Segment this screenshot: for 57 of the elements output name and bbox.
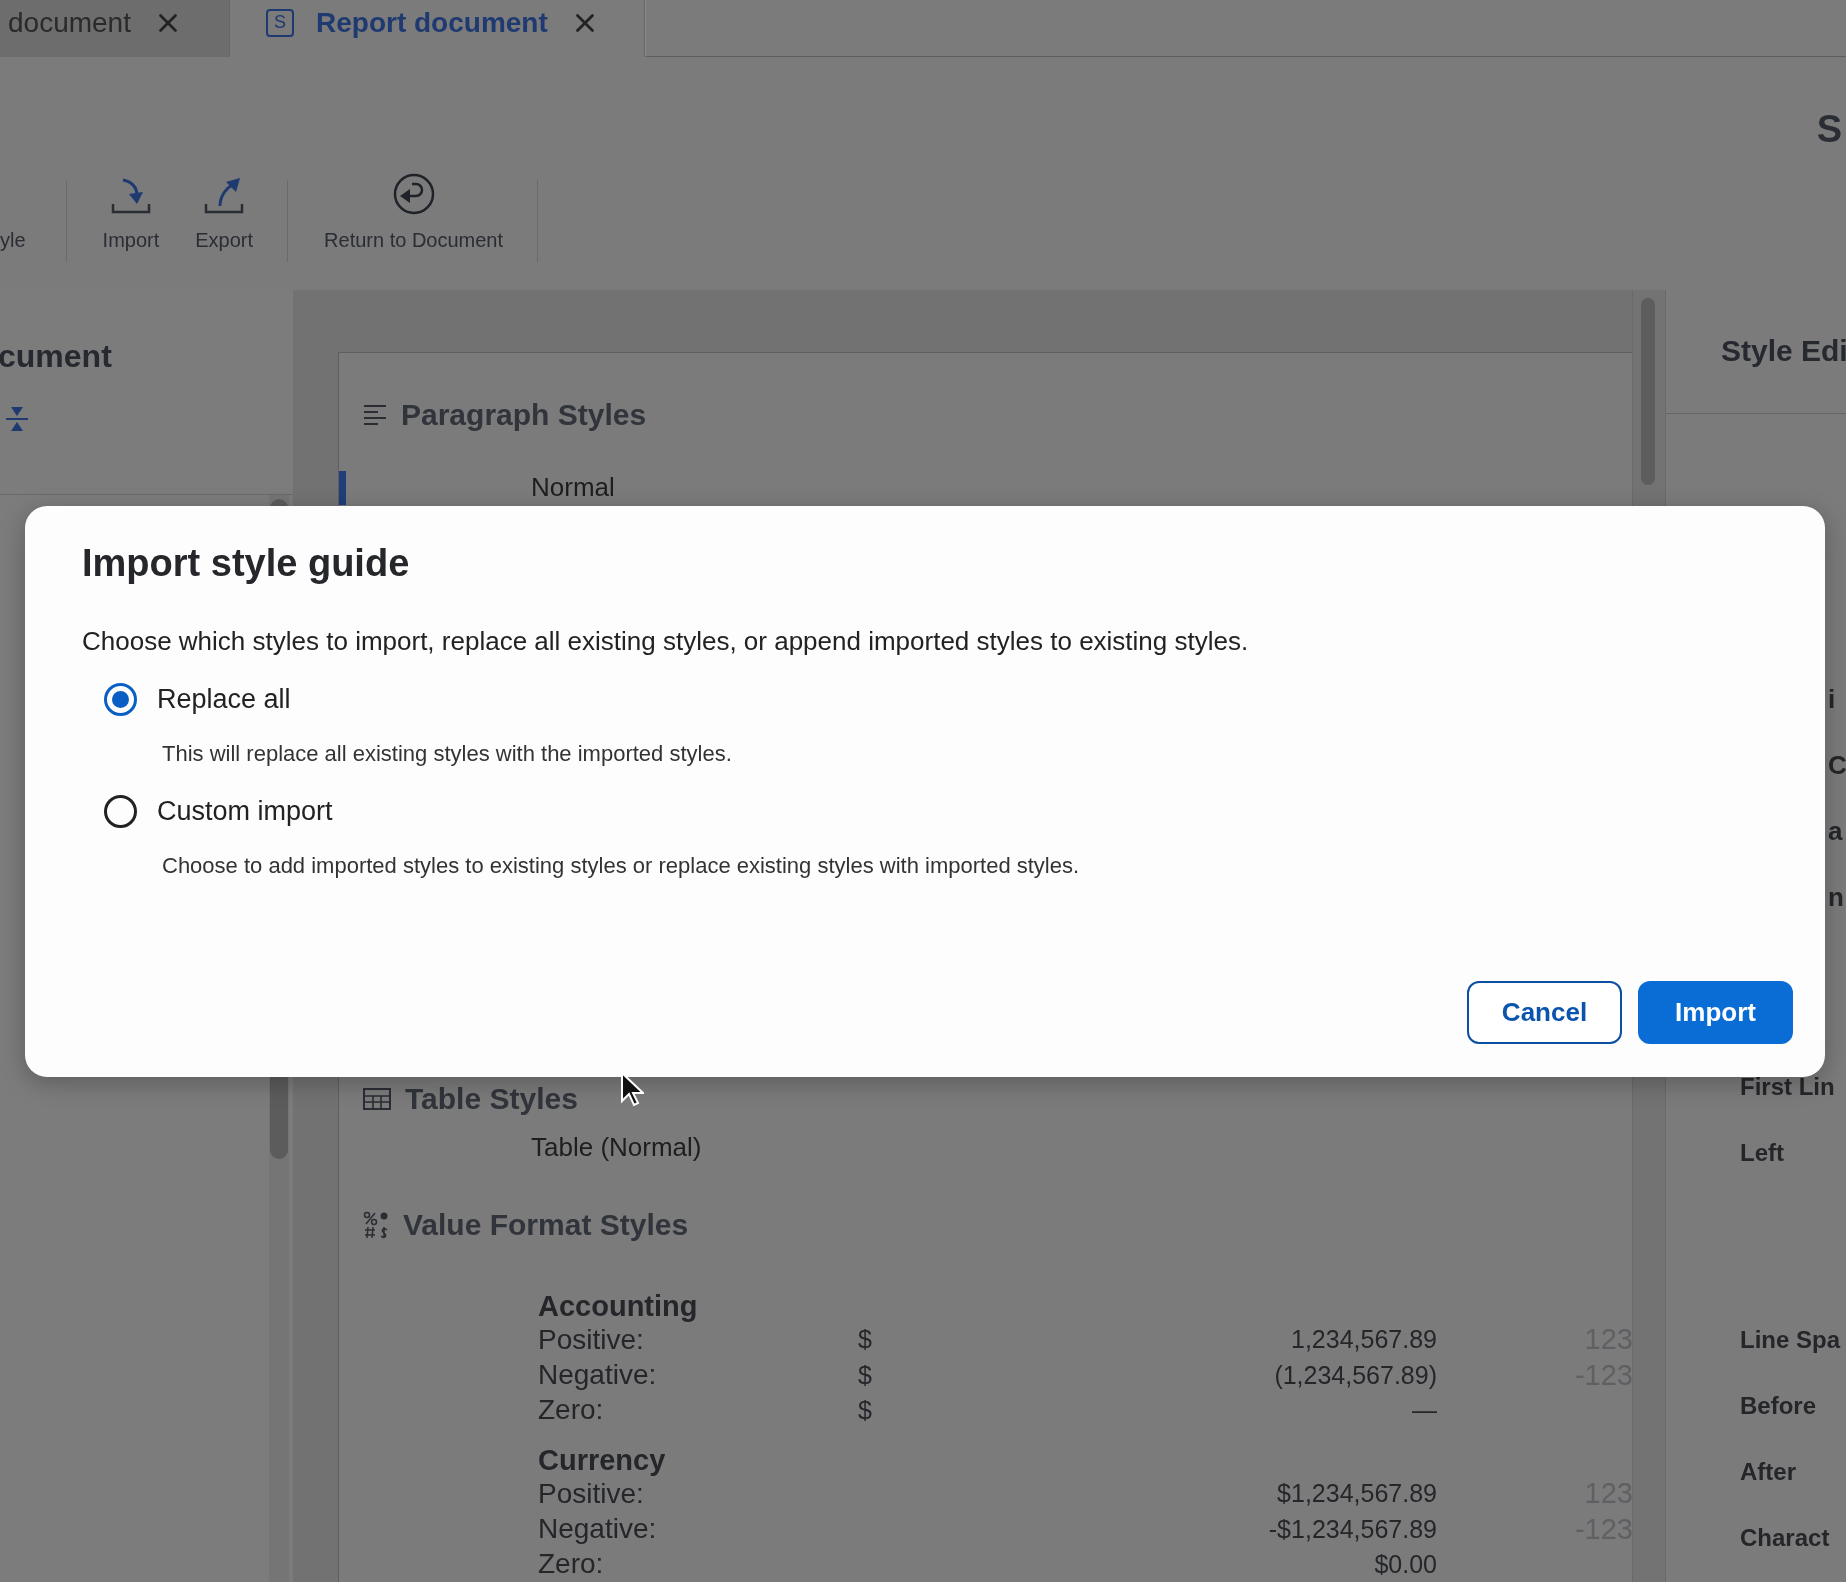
field-label: C	[1828, 750, 1846, 780]
format-label: Zero:	[538, 1394, 605, 1427]
tab-label: Report document	[316, 6, 548, 39]
return-icon	[391, 172, 436, 216]
currency-symbol: $	[858, 1360, 873, 1390]
option-help-text: Choose to add imported styles to existing styles or replace existing styles with imported styles.	[162, 852, 1081, 880]
option-help-text: This will replace all existing styles with the imported styles.	[162, 740, 733, 768]
panel-title: cument	[0, 338, 113, 375]
field-label: n	[1828, 882, 1845, 912]
format-group-name: Accounting	[538, 1290, 699, 1323]
section-heading: Value Format Styles	[403, 1207, 689, 1242]
toolbar-button[interactable]: Import	[102, 176, 160, 252]
field-label: Left	[1740, 1138, 1785, 1168]
radio-button[interactable]	[104, 682, 137, 716]
field-label: a	[1828, 816, 1844, 846]
currency-symbol: $	[858, 1395, 873, 1425]
format-value: -$1,234,567.89	[1268, 1514, 1437, 1544]
dialog-description: Choose which styles to import, replace all existing styles, or append imported styles to existing styles.	[82, 625, 1250, 658]
field-label: First Lin	[1740, 1072, 1836, 1102]
document-tab[interactable]: document	[0, 0, 230, 57]
collapse-icon[interactable]	[6, 405, 28, 433]
tab-label: document	[8, 6, 131, 39]
document-type-icon: S	[266, 8, 294, 37]
dialog-title: Import style guide	[82, 542, 411, 584]
field-label: i	[1828, 684, 1837, 714]
format-label: Zero:	[538, 1548, 605, 1581]
toolbar-label: S	[1816, 108, 1842, 151]
cancel-button[interactable]: Cancel	[1467, 981, 1622, 1044]
format-value: (1,234,567.89)	[1274, 1360, 1437, 1390]
radio-option[interactable]: Replace all	[104, 681, 291, 717]
panel-title: Style Edi	[1666, 290, 1846, 414]
style-item[interactable]: Table (Normal)	[339, 1129, 1633, 1164]
table-icon	[363, 1088, 391, 1111]
field-label: After	[1740, 1457, 1797, 1487]
radio-button[interactable]	[104, 794, 137, 828]
import-button[interactable]: Import	[1638, 981, 1793, 1044]
field-label: Line Spa	[1740, 1325, 1842, 1355]
toolbar-button[interactable]: Return to Document	[324, 172, 504, 252]
format-value: 1,234,567.89	[1291, 1325, 1437, 1355]
format-label: Positive:	[538, 1323, 645, 1356]
section-heading: Table Styles	[405, 1082, 578, 1117]
radio-option[interactable]: Custom import	[104, 793, 333, 829]
paragraph-icon	[363, 403, 387, 426]
format-value: $1,234,567.89	[1277, 1479, 1437, 1509]
format-label: Positive:	[538, 1477, 645, 1510]
field-label: Charact	[1740, 1523, 1831, 1553]
toolbar-label: yle	[0, 228, 26, 252]
format-value: $0.00	[1374, 1549, 1437, 1579]
format-label: Negative:	[538, 1359, 658, 1392]
format-label: Negative:	[538, 1513, 658, 1546]
field-label: Before	[1740, 1391, 1818, 1421]
format-value: —	[1412, 1395, 1437, 1425]
currency-symbol: $	[858, 1325, 873, 1355]
section-heading: Paragraph Styles	[401, 397, 647, 432]
format-group-name: Currency	[538, 1444, 667, 1477]
toolbar-button[interactable]: Export	[195, 176, 254, 252]
number-format-icon	[363, 1210, 389, 1239]
